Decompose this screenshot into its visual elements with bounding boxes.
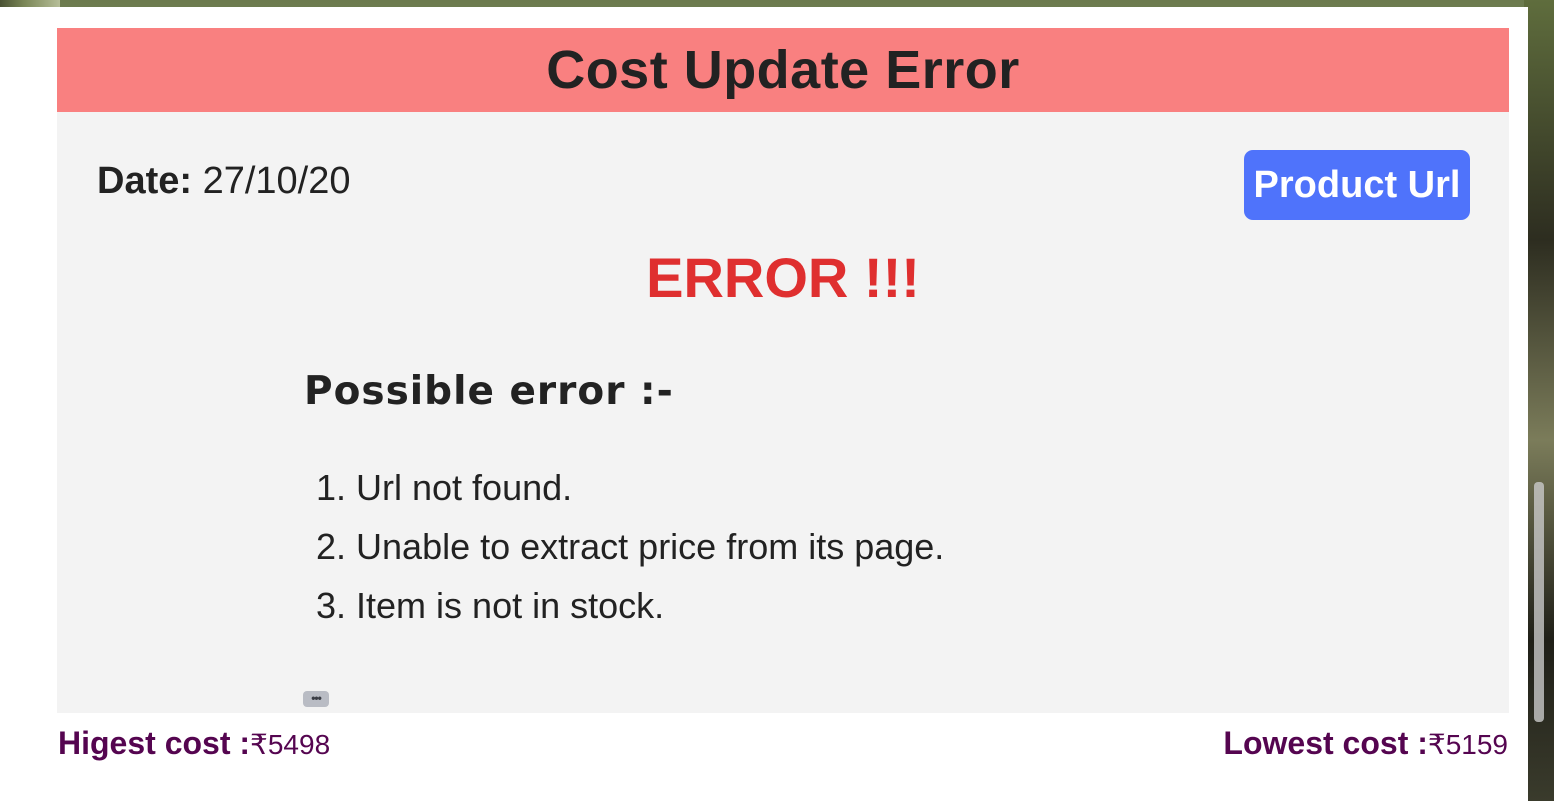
list-item: 3. Item is not in stock. — [316, 585, 665, 626]
lowest-cost-value: ₹5159 — [1427, 729, 1508, 760]
list-item: 2. Unable to extract price from its page… — [316, 526, 945, 567]
highest-cost: Higest cost :₹5498 — [58, 725, 330, 762]
error-heading: ERROR !!! — [646, 246, 920, 309]
date-label: Date: — [97, 160, 193, 202]
highest-cost-label: Higest cost : — [58, 725, 251, 761]
possible-error-heading: Possible error :- — [304, 369, 674, 414]
date-line: Date: 27/10/20 — [97, 160, 351, 203]
scrollbar-thumb[interactable] — [1534, 482, 1544, 722]
more-options-button[interactable]: ••• — [303, 691, 329, 707]
error-panel: Date: 27/10/20 Product Url ERROR !!! Pos… — [57, 112, 1509, 713]
highest-cost-value: ₹5498 — [250, 729, 331, 760]
list-item: 1. Url not found. — [316, 467, 573, 508]
page-title: Cost Update Error — [546, 40, 1020, 100]
page-header: Cost Update Error — [57, 28, 1509, 112]
lowest-cost-label: Lowest cost : — [1223, 725, 1428, 761]
product-url-button[interactable]: Product Url — [1244, 150, 1470, 220]
date-value: 27/10/20 — [202, 160, 351, 202]
lowest-cost: Lowest cost :₹5159 — [1223, 725, 1508, 762]
error-reasons-list: 1. Url not found. 2. Unable to extract p… — [316, 467, 944, 644]
